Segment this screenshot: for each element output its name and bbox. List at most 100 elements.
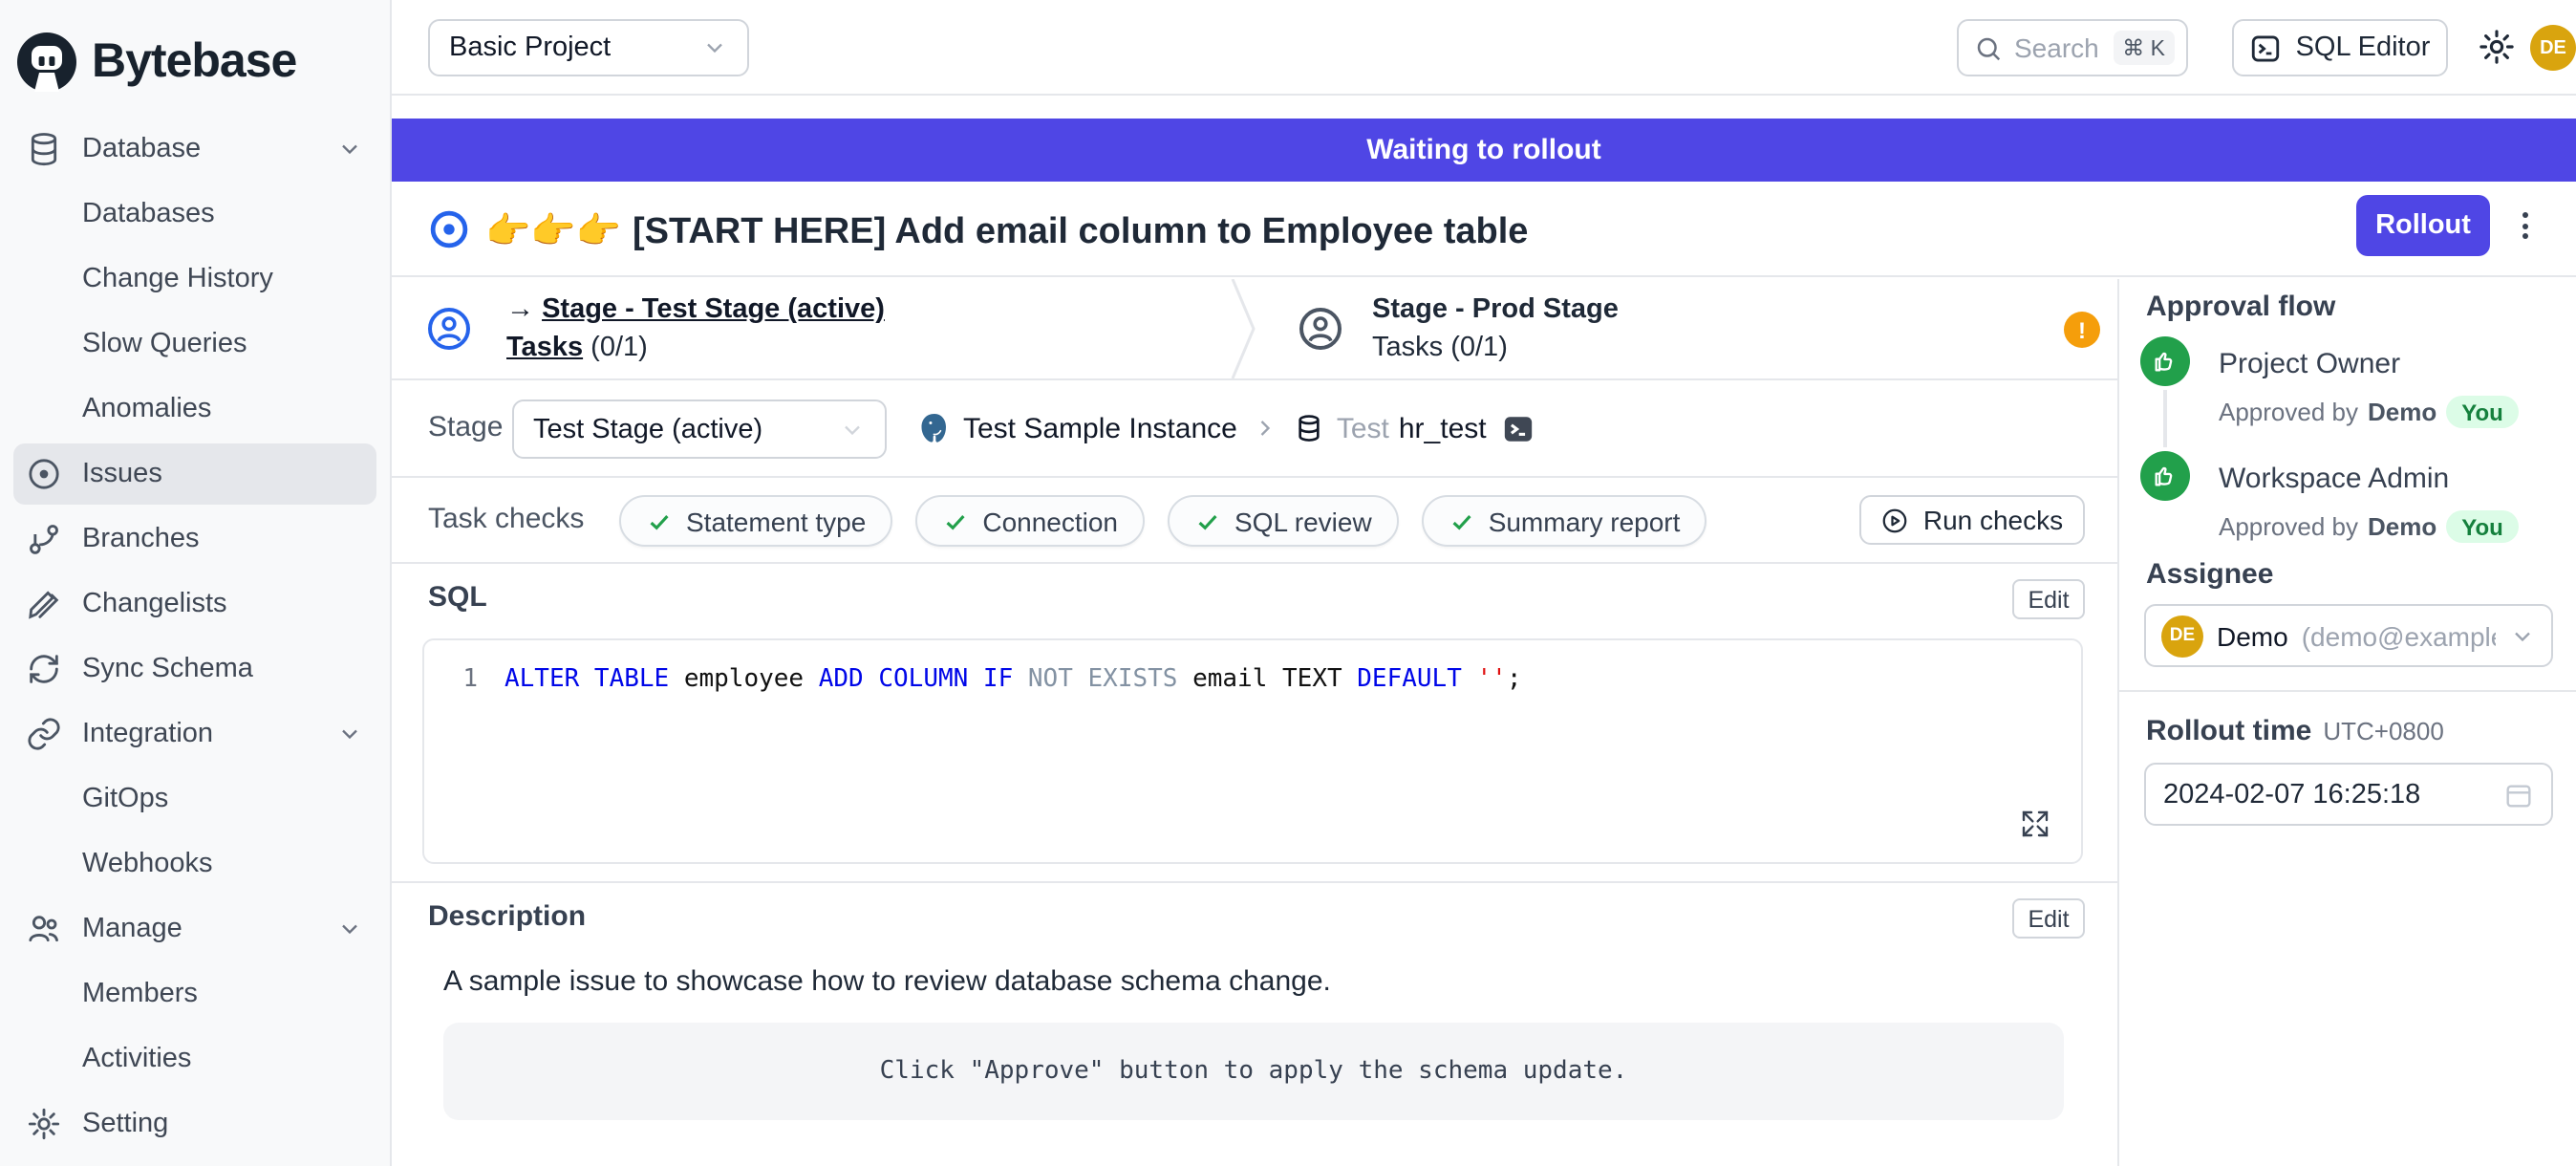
open-sql-editor-icon[interactable] [1502, 412, 1535, 444]
link-icon [25, 715, 63, 753]
sql-code-editor[interactable]: 1 ALTER TABLE employee ADD COLUMN IF NOT… [422, 638, 2083, 864]
sidebar-item-activities[interactable]: Activities [0, 1026, 390, 1091]
sql-editor-button[interactable]: SQL Editor [2232, 19, 2448, 76]
stage-tab-prod[interactable]: Stage - Prod Stage Tasks (0/1) [1261, 279, 2117, 378]
chevron-down-icon [336, 916, 363, 942]
project-selector[interactable]: Basic Project [428, 19, 749, 76]
sql-section: SQL Edit 1 ALTER TABLE employee ADD COLU… [392, 564, 2117, 883]
status-banner-text: Waiting to rollout [1366, 134, 1601, 166]
sidebar-item-databases[interactable]: Databases [0, 182, 390, 247]
chevron-down-icon [701, 34, 728, 61]
environment-name: Test [1337, 412, 1389, 444]
sidebar-item-change-history[interactable]: Change History [0, 247, 390, 312]
settings-gear-icon[interactable] [2477, 27, 2517, 67]
stage-tab-test[interactable]: → Stage - Test Stage (active) Tasks (0/1… [392, 279, 1238, 378]
gear-icon [25, 1105, 63, 1143]
description-note: Click "Approve" button to apply the sche… [443, 1023, 2064, 1120]
description-label: Description [428, 900, 586, 933]
line-number: 1 [424, 663, 478, 698]
stage-name: Stage - Prod Stage [1372, 294, 1619, 325]
issue-title: 👉👉👉[START HERE] Add email column to Empl… [485, 208, 1528, 254]
sync-icon [25, 650, 63, 688]
stage-person-icon-active [426, 306, 472, 352]
rollout-button[interactable]: Rollout [2356, 195, 2490, 256]
expand-icon[interactable] [2020, 809, 2050, 839]
stage-tasks: Tasks (0/1) [1372, 333, 1508, 363]
topbar: Basic Project Search ⌘ K SQL Editor DE [392, 0, 2576, 96]
stage-separator [1229, 279, 1259, 378]
database-icon [1295, 413, 1325, 443]
database-breadcrumb: Test Sample Instance Test hr_test [917, 411, 1535, 445]
sidebar-item-anomalies[interactable]: Anomalies [0, 377, 390, 442]
brand-logo[interactable]: Bytebase [0, 0, 390, 105]
sidebar-item-manage[interactable]: Manage [0, 896, 390, 961]
chevron-down-icon [839, 416, 866, 443]
check-pills: Statement type Connection SQL review Sum… [619, 495, 1707, 547]
chevron-down-icon [2509, 622, 2536, 649]
approval-step-status: Approved by Demo You [2219, 510, 2519, 543]
search-input[interactable]: Search ⌘ K [1957, 19, 2188, 76]
stage-select[interactable]: Test Stage (active) [512, 399, 887, 459]
stage-person-icon [1298, 306, 1343, 352]
check-pill-summary-report[interactable]: Summary report [1422, 495, 1707, 547]
approval-connector [2163, 390, 2167, 447]
sidebar-item-changelists[interactable]: Changelists [0, 572, 390, 637]
sql-edit-button[interactable]: Edit [2012, 579, 2085, 619]
stage-name-link[interactable]: Stage - Test Stage (active) [542, 294, 885, 325]
you-badge: You [2446, 396, 2519, 428]
warning-badge-icon: ! [2064, 312, 2100, 348]
sidebar-item-database[interactable]: Database [0, 117, 390, 182]
sidebar-item-slow-queries[interactable]: Slow Queries [0, 312, 390, 377]
instance-name[interactable]: Test Sample Instance [963, 412, 1237, 444]
chevron-down-icon [336, 721, 363, 747]
approval-step-status: Approved by Demo You [2219, 396, 2519, 428]
current-stage-marker: → [506, 294, 534, 325]
search-shortcut-badge: ⌘ K [2113, 31, 2175, 65]
calendar-icon [2503, 779, 2534, 810]
changelist-pencils-icon [25, 585, 63, 623]
assignee-select[interactable]: DE Demo (demo@example [2144, 604, 2553, 667]
sidebar-item-webhooks[interactable]: Webhooks [0, 831, 390, 896]
sidebar-item-integration[interactable]: Integration [0, 702, 390, 767]
stage-tasks-link[interactable]: Tasks [506, 333, 583, 363]
check-pill-connection[interactable]: Connection [915, 495, 1145, 547]
left-sidebar: Bytebase Database Databases Change Histo… [0, 0, 392, 1166]
project-selector-value: Basic Project [449, 32, 611, 63]
status-banner: Waiting to rollout [392, 119, 2576, 182]
user-avatar[interactable]: DE [2530, 25, 2576, 71]
sidebar-item-members[interactable]: Members [0, 961, 390, 1026]
database-name[interactable]: hr_test [1399, 412, 1487, 444]
timezone-label: UTC+0800 [2323, 717, 2443, 745]
approved-thumbs-up-icon [2140, 451, 2190, 501]
circle-dot-icon [25, 455, 63, 493]
description-edit-button[interactable]: Edit [2012, 898, 2085, 939]
rollout-time-title: Rollout timeUTC+0800 [2146, 715, 2444, 747]
git-branch-icon [25, 520, 63, 558]
sidebar-item-gitops[interactable]: GitOps [0, 767, 390, 831]
rollout-time-value: 2024-02-07 16:25:18 [2163, 779, 2420, 810]
check-pill-sql-review[interactable]: SQL review [1168, 495, 1399, 547]
chevron-right-icon [1253, 415, 1279, 442]
sidebar-item-branches[interactable]: Branches [0, 507, 390, 572]
right-panel: Approval flow Project Owner Approved by … [2117, 279, 2576, 1166]
postgresql-icon [917, 411, 952, 445]
sidebar-nav: Database Databases Change History Slow Q… [0, 117, 390, 1156]
rollout-time-input[interactable]: 2024-02-07 16:25:18 [2144, 763, 2553, 826]
check-pill-statement-type[interactable]: Statement type [619, 495, 892, 547]
sidebar-item-sync-schema[interactable]: Sync Schema [0, 637, 390, 702]
task-checks-label: Task checks [428, 503, 584, 535]
approval-flow-title: Approval flow [2146, 291, 2335, 323]
users-icon [25, 910, 63, 948]
task-checks-row: Task checks Statement type Connection SQ… [392, 478, 2117, 564]
play-circle-icon [1881, 506, 1910, 534]
sql-editor-label: SQL Editor [2296, 32, 2431, 63]
run-checks-button[interactable]: Run checks [1859, 495, 2085, 545]
bytebase-logo-icon [15, 31, 78, 94]
kebab-menu-icon[interactable] [2507, 201, 2542, 250]
approval-step-role: Workspace Admin [2219, 463, 2449, 495]
sidebar-item-setting[interactable]: Setting [0, 1091, 390, 1156]
sidebar-item-issues[interactable]: Issues [0, 442, 390, 507]
search-placeholder: Search [2014, 32, 2101, 63]
assignee-name: Demo [2217, 620, 2288, 651]
stage-selector-row: Stage Test Stage (active) Test Sample In… [392, 380, 2117, 478]
